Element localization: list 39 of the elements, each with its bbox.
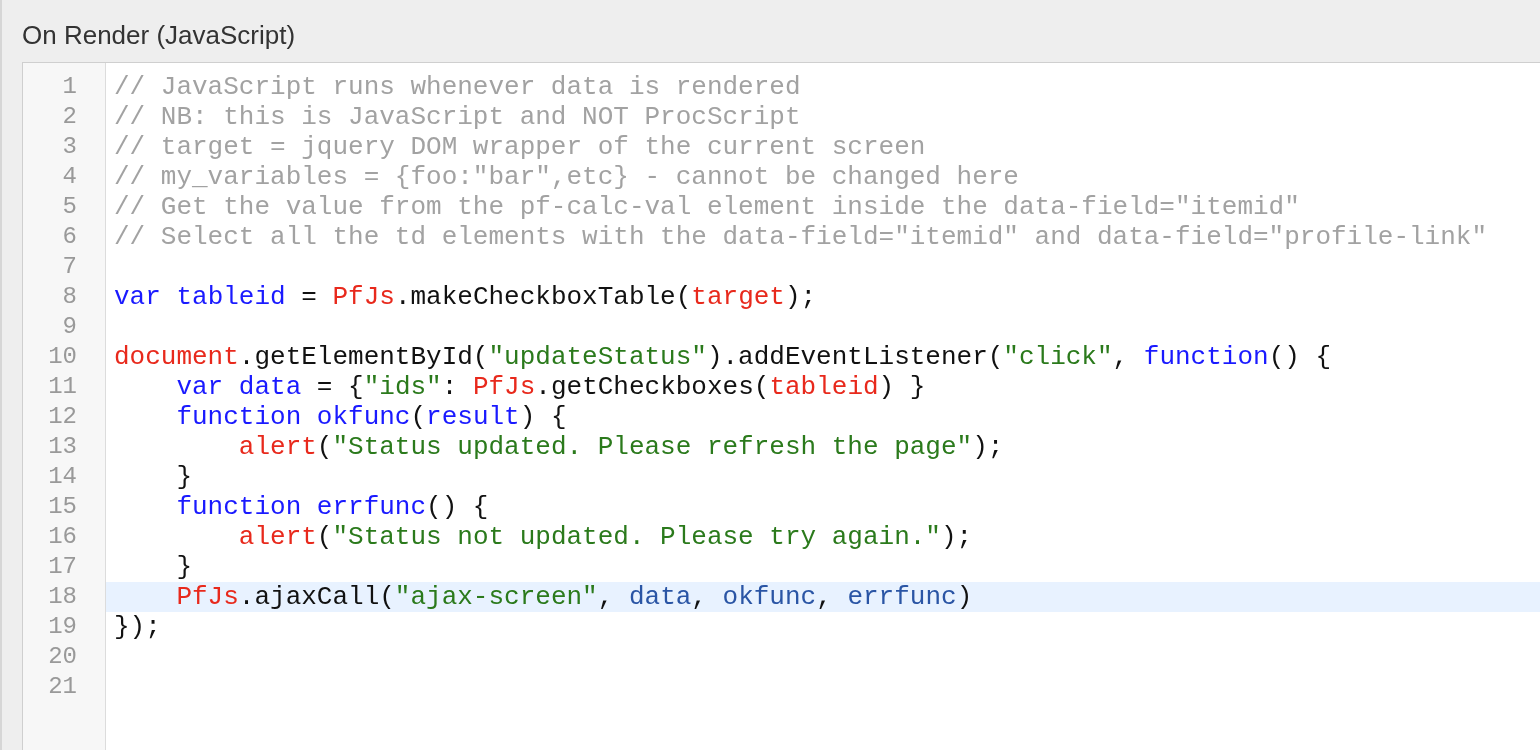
line-number: 10 xyxy=(47,342,78,372)
code-line: // Select all the td elements with the data-field="itemid" and data-field="profile-link" xyxy=(113,222,1489,252)
panel-title: On Render (JavaScript) xyxy=(22,19,296,52)
code-line: // my_variables = {foo:"bar",etc} - cannot be changed here xyxy=(113,162,1020,192)
line-number: 6 xyxy=(61,222,78,252)
code-line: function errfunc() { xyxy=(175,492,490,522)
code-line: var data = {"ids": PfJs.getCheckboxes(tableid) } xyxy=(175,372,927,402)
code-line: // NB: this is JavaScript and NOT ProcScript xyxy=(113,102,802,132)
line-number: 21 xyxy=(47,672,78,702)
code-line: alert("Status updated. Please refresh the page"); xyxy=(237,432,1005,462)
code-line: // JavaScript runs whenever data is rendered xyxy=(113,72,802,102)
line-number: 15 xyxy=(47,492,78,522)
line-number: 1 xyxy=(61,72,78,102)
code-line: }); xyxy=(113,612,162,642)
code-line: document.getElementById("updateStatus").addEventListener("click", function() { xyxy=(113,342,1333,372)
line-number: 2 xyxy=(61,102,78,132)
code-line: } xyxy=(175,552,193,582)
code-line: // target = jquery DOM wrapper of the current screen xyxy=(113,132,927,162)
line-number: 3 xyxy=(61,132,78,162)
code-line: // Get the value from the pf-calc-val element inside the data-field="itemid" xyxy=(113,192,1301,222)
line-number: 13 xyxy=(47,432,78,462)
line-number: 12 xyxy=(47,402,78,432)
line-number: 17 xyxy=(47,552,78,582)
line-number: 8 xyxy=(61,282,78,312)
line-number: 20 xyxy=(47,642,78,672)
code-line: var tableid = PfJs.makeCheckboxTable(target); xyxy=(113,282,818,312)
line-number: 16 xyxy=(47,522,78,552)
code-line: } xyxy=(175,462,193,492)
code-line: function okfunc(result) { xyxy=(175,402,568,432)
line-number: 19 xyxy=(47,612,78,642)
code-editor[interactable] xyxy=(22,62,1540,750)
line-number: 14 xyxy=(47,462,78,492)
line-number: 11 xyxy=(47,372,78,402)
code-line: alert("Status not updated. Please try again."); xyxy=(237,522,974,552)
line-number: 18 xyxy=(47,582,78,612)
line-number: 9 xyxy=(61,312,78,342)
line-number: 7 xyxy=(61,252,78,282)
line-number: 5 xyxy=(61,192,78,222)
line-number: 4 xyxy=(61,162,78,192)
